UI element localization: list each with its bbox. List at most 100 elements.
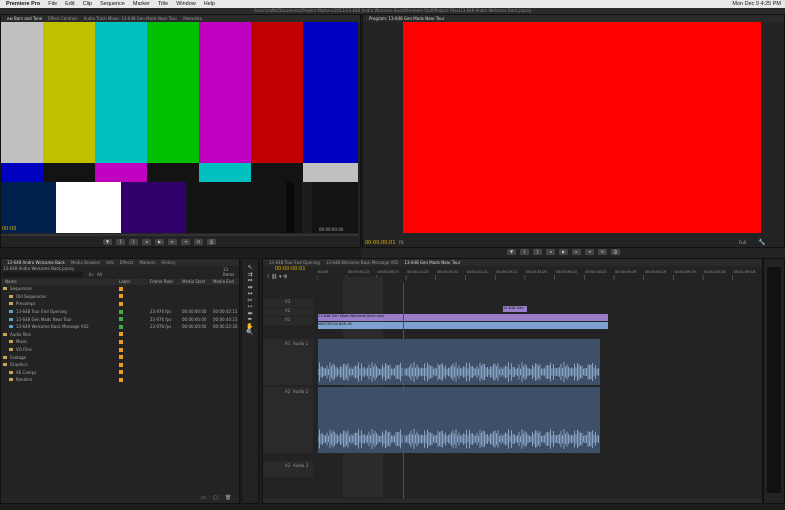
label-swatch [119,339,123,344]
project-item[interactable]: 13-649 Welcome Back Message V02 23.976 fp… [1,323,239,331]
new-item-icon[interactable]: ▢ [213,495,218,501]
label-swatch [119,362,123,367]
timeline-controls: ⌇ ⛓ ▾ ⚙ [267,274,288,280]
program-go-in-button[interactable]: } [533,249,542,255]
source-monitor-panel: ew Bars and Tone Effect Controls Audio T… [0,14,361,248]
program-lift-button[interactable]: ⇥ [585,249,594,255]
go-to-in-button[interactable]: } [129,239,138,245]
tab-seq-1[interactable]: 13-648 Tour End Opening [269,260,320,265]
menu-sequence[interactable]: Sequence [100,1,125,7]
program-play-button[interactable]: ▶ [559,249,568,255]
tab-media-browser[interactable]: Media Browser [71,260,101,265]
zoom-tool-icon[interactable]: 🔍 [242,329,258,337]
program-extract-button[interactable]: ⊡ [598,249,607,255]
tab-metadata[interactable]: Metadata [183,16,202,21]
program-mark-in-button[interactable]: ▼ [507,249,516,255]
timeline-scrollbar[interactable] [263,499,762,503]
time-ruler[interactable]: 00:00 00:00:04:23 00:00:09:23 00:00:14:23 00… [317,265,762,281]
audio-clip-a2[interactable] [318,387,600,453]
program-timecode[interactable]: 00:00:00:01 [365,240,396,246]
marker-icon[interactable]: ▾ [279,274,282,280]
project-item[interactable]: Precomps [1,300,239,308]
link-icon[interactable]: ⛓ [271,274,277,280]
wrench-icon[interactable]: 🔧 [758,239,765,246]
project-item[interactable]: Old Sequences [1,293,239,301]
program-export-button[interactable]: ⎙ [611,249,620,255]
program-frame [403,22,761,233]
tab-info[interactable]: Info [106,260,114,265]
program-mark-out-button[interactable]: { [520,249,529,255]
item-name: Footage [10,354,27,360]
source-timecode[interactable]: 00:00 [2,226,16,232]
tab-effect-controls[interactable]: Effect Controls [48,16,77,21]
item-count: 13 Items [223,267,235,277]
project-item[interactable]: Graphics [1,361,239,369]
audio-clip-a1[interactable] [318,339,600,385]
clip-v2[interactable]: 13-648 Gen Mads Welcome Back.mov [318,314,608,321]
tab-effects[interactable]: Effects [120,260,134,265]
search-scope-select[interactable]: All [97,272,102,277]
menu-help[interactable]: Help [204,1,215,7]
program-resolution-select[interactable]: Full [739,240,746,245]
search-input[interactable] [3,272,83,277]
col-label[interactable]: Label [119,279,130,284]
menu-file[interactable]: File [48,1,57,7]
mark-out-button[interactable]: { [116,239,125,245]
program-step-forward-button[interactable]: ▸ [572,249,581,255]
project-item[interactable]: Audio files [1,331,239,339]
overwrite-button[interactable]: ⊡ [194,239,203,245]
play-button[interactable]: ▶ [155,239,164,245]
label-swatch [119,309,123,314]
col-name[interactable]: Name [5,279,17,284]
export-frame-button[interactable]: ⎙ [207,239,216,245]
project-item[interactable]: Music [1,338,239,346]
program-step-back-button[interactable]: ◂ [546,249,555,255]
project-item[interactable]: 13-648 Tour End Opening 23.976 fps 00:00:0… [1,308,239,316]
project-item[interactable]: 13-648 Gen Mads Near Tour 23.976 fps 00:00… [1,315,239,323]
timeline-timecode[interactable]: 00:00:00:01 [275,266,306,272]
clip-v3[interactable]: 13-648 Gen [503,306,527,312]
col-frame-rate[interactable]: Frame Rate [150,279,173,284]
snap-icon[interactable]: ⌇ [267,274,269,280]
step-forward-button[interactable]: ▸ [168,239,177,245]
new-bin-icon[interactable]: ▭ [201,495,206,501]
project-item[interactable]: AE Comps [1,369,239,377]
sequence-icon [9,317,13,321]
track-v3-label: V3 [285,299,291,304]
color-bars-frame [1,22,358,233]
project-item[interactable]: Renders [1,376,239,384]
tab-history[interactable]: History [161,260,175,265]
clip-v1[interactable]: MAY.CROSS.BAR.1B [318,322,608,329]
insert-button[interactable]: ⇥ [181,239,190,245]
app-menu[interactable]: Premiere Pro [6,1,40,7]
settings-icon[interactable]: ⚙ [283,274,287,280]
menu-clip[interactable]: Clip [83,1,92,7]
label-swatch [119,317,123,322]
playhead-line[interactable] [403,283,404,501]
label-swatch [119,347,123,352]
step-back-button[interactable]: ◂ [142,239,151,245]
tab-project[interactable]: 13-648 Andro Welcome Back [7,260,65,265]
tab-source[interactable]: ew Bars and Tone [7,16,42,21]
tab-markers[interactable]: Markers [140,260,156,265]
folder-icon [9,294,13,298]
project-item[interactable]: Footage [1,353,239,361]
menu-title[interactable]: Title [158,1,168,7]
item-start: 00:00:00:00 [182,316,207,322]
project-item[interactable]: Sequences [1,285,239,293]
folder-icon [3,363,7,367]
program-fit-select[interactable]: Fit [399,240,404,245]
folder-icon [3,287,7,291]
trash-icon[interactable]: 🗑 [225,495,231,501]
project-item[interactable]: VO Files [1,346,239,354]
menu-edit[interactable]: Edit [65,1,74,7]
tab-program[interactable]: Program: 13-648 Gen Mads Near Tour [369,16,444,21]
menu-window[interactable]: Window [176,1,196,7]
col-media-start[interactable]: Media Start [182,279,205,284]
mark-in-button[interactable]: ▼ [103,239,112,245]
menu-marker[interactable]: Marker [133,1,150,7]
source-scrubber[interactable] [1,234,358,236]
col-media-end[interactable]: Media End [213,279,234,284]
tab-audio-mixer[interactable]: Audio Track Mixer: 13-648 Gen Mads Near … [84,16,178,21]
sequence-icon [9,310,13,314]
